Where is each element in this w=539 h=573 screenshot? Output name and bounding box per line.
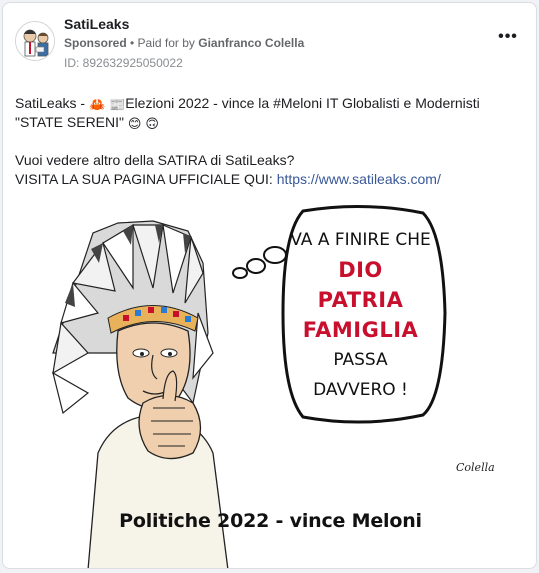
payer-name[interactable]: Gianfranco Colella — [198, 36, 304, 50]
paid-for-label: • Paid for by — [126, 36, 199, 50]
cta-line: Vuoi vedere altro della SATIRA di SatiLe… — [15, 152, 295, 168]
page-avatar[interactable] — [15, 21, 55, 61]
bubble-red-1: DIO — [338, 258, 383, 282]
page-name-link[interactable]: SatiLeaks — [64, 16, 129, 32]
avatar-illustration-icon — [16, 22, 54, 60]
newspaper-emoji: 📰 — [109, 97, 126, 112]
bubble-line-5: PASSA — [333, 350, 388, 370]
visit-label: VISITA LA SUA PAGINA UFFICIALE QUI: — [15, 171, 277, 187]
more-options-icon[interactable]: ••• — [496, 29, 520, 47]
artist-signature: Colella — [456, 461, 495, 474]
crab-emoji: 🦀 — [88, 97, 106, 112]
sponsored-label: Sponsored — [64, 36, 127, 50]
smiling-emoji: 😊 — [127, 116, 142, 131]
ad-id: ID: 892632925050022 — [64, 56, 183, 70]
image-caption: Politiche 2022 - vince Meloni — [119, 510, 422, 532]
upside-down-emoji: 🙃 — [145, 116, 159, 131]
bubble-line-1: VA A FINIRE CHE — [290, 230, 431, 250]
post-header: SatiLeaks Sponsored • Paid for by Gianfr… — [3, 3, 536, 75]
headline-prefix: SatiLeaks - — [15, 95, 89, 111]
bubble-red-3: FAMIGLIA — [302, 318, 419, 342]
post-headline: SatiLeaks - 🦀 📰Elezioni 2022 - vince la … — [15, 94, 525, 132]
bubble-line-6: DAVVERO ! — [313, 380, 408, 400]
ad-image[interactable]: VA A FINIRE CHE DIO PATRIA FAMIGLIA PASS… — [3, 203, 536, 568]
post-cta: Vuoi vedere altro della SATIRA di SatiLe… — [15, 151, 525, 189]
bubble-red-2: PATRIA — [317, 288, 404, 312]
website-link[interactable]: https://www.satileaks.com/ — [277, 171, 441, 187]
ad-card: SatiLeaks Sponsored • Paid for by Gianfr… — [2, 2, 537, 569]
sponsored-line: Sponsored • Paid for by Gianfranco Colel… — [64, 36, 304, 50]
post-text: SatiLeaks - 🦀 📰Elezioni 2022 - vince la … — [15, 94, 525, 189]
speech-bubble: VA A FINIRE CHE DIO PATRIA FAMIGLIA PASS… — [288, 225, 433, 405]
